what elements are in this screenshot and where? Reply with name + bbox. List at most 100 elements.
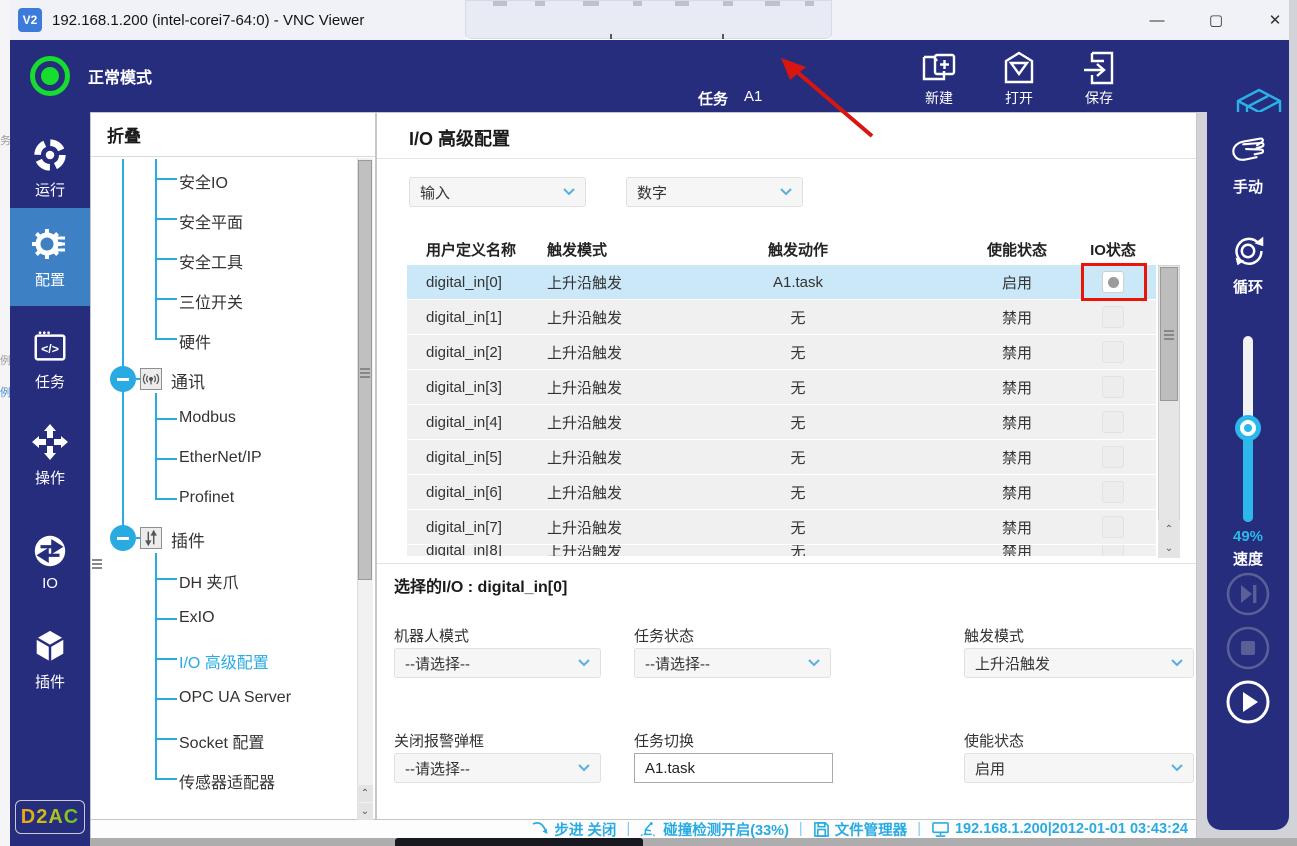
- topbar-action-new[interactable]: 新建: [903, 48, 975, 106]
- tree-node-comm[interactable]: 通讯: [171, 368, 205, 393]
- svg-text:</>: </>: [41, 342, 59, 356]
- collision-icon: [640, 820, 658, 838]
- speed-slider-handle[interactable]: [1235, 415, 1261, 441]
- table-row-8[interactable]: digital_in[8]上升沿触发无禁用: [407, 545, 1156, 556]
- sidebar-item-label: 插件: [35, 671, 65, 692]
- statusbar-divider: |: [917, 821, 921, 837]
- table-scroll-down-button[interactable]: ⌄: [1158, 539, 1180, 558]
- play-button[interactable]: [1225, 679, 1271, 725]
- table-row-4[interactable]: digital_in[4]上升沿触发无禁用: [407, 405, 1156, 439]
- tree-item-opc-ua-server[interactable]: OPC UA Server: [179, 689, 291, 707]
- maximize-button[interactable]: ▢: [1193, 0, 1239, 40]
- tree-collapse-header[interactable]: 折叠: [91, 113, 375, 157]
- minimize-button[interactable]: —: [1134, 0, 1180, 40]
- cell-user-name: digital_in[5]: [426, 440, 502, 474]
- cycle-mode-label[interactable]: 循环: [1207, 276, 1289, 297]
- io-direction-select[interactable]: 输入: [409, 177, 586, 207]
- table-scroll-up-button[interactable]: ⌃: [1158, 520, 1180, 539]
- io-status-row-3[interactable]: [1102, 376, 1124, 398]
- tree-item---io[interactable]: 安全IO: [179, 169, 228, 193]
- table-row-7[interactable]: digital_in[7]上升沿触发无禁用: [407, 510, 1156, 544]
- enable-state-label: 使能状态: [964, 730, 1024, 751]
- robot-mode-select[interactable]: --请选择--: [394, 648, 601, 678]
- tree-item-profinet[interactable]: Profinet: [179, 489, 234, 507]
- manual-mode-label[interactable]: 手动: [1207, 176, 1289, 197]
- tree-connector-line: [155, 553, 157, 779]
- col-trigger-action: 触发动作: [672, 237, 924, 261]
- tree-connector-line: [155, 658, 177, 660]
- vnc-hover-toolbar[interactable]: [465, 0, 832, 41]
- task-switch-input[interactable]: A1.task: [634, 753, 833, 783]
- io-status-row-7[interactable]: [1102, 516, 1124, 538]
- field-value: 启用: [975, 758, 1005, 779]
- config-icon: [30, 224, 70, 264]
- close-alarm-popup-select[interactable]: --请选择--: [394, 753, 601, 783]
- table-row-3[interactable]: digital_in[3]上升沿触发无禁用: [407, 370, 1156, 404]
- table-row-0[interactable]: digital_in[0]上升沿触发A1.task启用: [407, 265, 1156, 299]
- topbar-action-open[interactable]: 打开: [983, 48, 1055, 106]
- tree-item-socket---[interactable]: Socket 配置: [179, 729, 264, 753]
- tree-collapse-toggle[interactable]: [110, 525, 136, 551]
- sidebar-item-operate[interactable]: 操作: [10, 414, 90, 494]
- tree-item-----[interactable]: 安全平面: [179, 209, 243, 233]
- table-header-row: 用户定义名称 触发模式 触发动作 使能状态 IO状态: [407, 237, 1156, 261]
- tree-item-----[interactable]: 安全工具: [179, 249, 243, 273]
- tree-item-ethernet-ip[interactable]: EtherNet/IP: [179, 449, 262, 467]
- cycle-mode-icon[interactable]: [1227, 230, 1269, 272]
- io-status-row-6[interactable]: [1102, 481, 1124, 503]
- io-type-select[interactable]: 数字: [626, 177, 803, 207]
- d2ac-badge[interactable]: D2AC: [15, 800, 85, 834]
- trigger-mode-select[interactable]: 上升沿触发: [964, 648, 1194, 678]
- sidebar-item-label: 任务: [35, 371, 65, 392]
- sidebar-item-io[interactable]: IO: [10, 524, 90, 604]
- topbar-action-save[interactable]: 保存: [1063, 48, 1135, 106]
- hand-icon: [1227, 130, 1269, 172]
- cell-trigger-mode: 上升沿触发: [547, 510, 622, 544]
- tree-item---[interactable]: 硬件: [179, 329, 211, 353]
- io-status-row-4[interactable]: [1102, 411, 1124, 433]
- tree-node-plugin[interactable]: 插件: [171, 527, 205, 552]
- table-scrollbar-thumb[interactable]: [1160, 267, 1178, 401]
- table-row-5[interactable]: digital_in[5]上升沿触发无禁用: [407, 440, 1156, 474]
- tree-scroll-down-button[interactable]: ⌄: [357, 803, 373, 820]
- io-status-row-8[interactable]: [1102, 545, 1124, 556]
- tree-collapse-toggle[interactable]: [110, 366, 136, 392]
- skip-next-button[interactable]: [1225, 571, 1271, 617]
- enable-state-select[interactable]: 启用: [964, 753, 1194, 783]
- sidebar-item-plugin[interactable]: 插件: [10, 620, 90, 700]
- io-status-row-1[interactable]: [1102, 306, 1124, 328]
- collision-detect-toggle[interactable]: 碰撞检测开启(33%): [640, 819, 789, 840]
- cell-trigger-mode: 上升沿触发: [547, 265, 622, 299]
- field-value: --请选择--: [405, 758, 470, 779]
- close-alarm-popup-label: 关闭报警弹框: [394, 730, 484, 751]
- task-state-select[interactable]: --请选择--: [634, 648, 831, 678]
- field-value: --请选择--: [405, 653, 470, 674]
- mode-status-label: 正常模式: [88, 40, 152, 112]
- cell-trigger-action: A1.task: [672, 265, 924, 299]
- io-status-row-5[interactable]: [1102, 446, 1124, 468]
- speed-percent-value: 49%: [1207, 528, 1289, 545]
- close-button[interactable]: ✕: [1252, 0, 1297, 40]
- tree-item-------[interactable]: 传感器适配器: [179, 769, 275, 793]
- manual-mode-icon[interactable]: [1227, 130, 1269, 172]
- sidebar-item-task[interactable]: </> 任务: [10, 320, 90, 400]
- io-status-row-2[interactable]: [1102, 341, 1124, 363]
- table-row-1[interactable]: digital_in[1]上升沿触发无禁用: [407, 300, 1156, 334]
- tree-scrollbar-thumb[interactable]: [358, 160, 372, 580]
- stop-button[interactable]: [1225, 625, 1271, 671]
- sidebar-item-config[interactable]: 配置: [10, 208, 90, 306]
- step-toggle[interactable]: 步进 关闭: [531, 819, 616, 840]
- tree-item-----[interactable]: 三位开关: [179, 289, 243, 313]
- tree-item-dh---[interactable]: DH 夹爪: [179, 569, 239, 593]
- file-manager-icon: [813, 821, 830, 838]
- tree-item-exio[interactable]: ExIO: [179, 609, 215, 627]
- table-row-2[interactable]: digital_in[2]上升沿触发无禁用: [407, 335, 1156, 369]
- file-manager-button[interactable]: 文件管理器: [813, 819, 908, 840]
- tree-item-modbus[interactable]: Modbus: [179, 409, 236, 427]
- table-row-6[interactable]: digital_in[6]上升沿触发无禁用: [407, 475, 1156, 509]
- sidebar-item-run[interactable]: 运行: [10, 128, 90, 208]
- cell-trigger-action: 无: [672, 440, 924, 474]
- tree-scroll-up-button[interactable]: ⌃: [357, 785, 373, 802]
- network-clock-status[interactable]: 192.168.1.200|2012-01-01 03:43:24: [931, 821, 1188, 838]
- tree-item-i-o-----[interactable]: I/O 高级配置: [179, 649, 269, 673]
